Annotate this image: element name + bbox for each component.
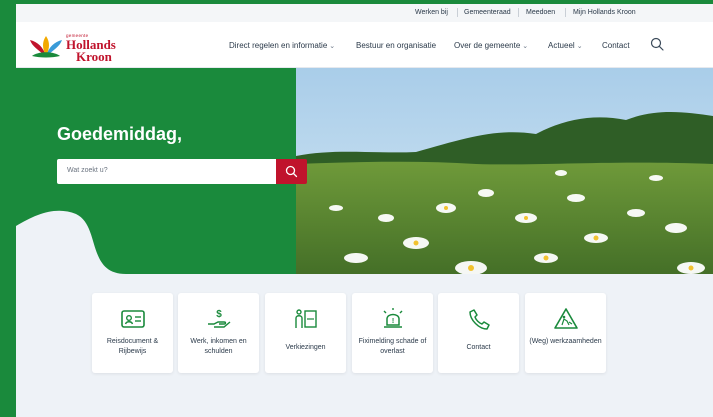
search-icon [285,165,298,178]
tile-label: Fiximelding schade of overlast [358,338,427,355]
svg-text:!: ! [392,318,394,325]
utility-link-mijn-hollands-kroon[interactable]: Mijn Hollands Kroon [573,9,636,16]
nav-item-over-de-gemeente[interactable]: Over de gemeente ⌄ [454,41,528,50]
money-hand-icon: $ [208,309,231,328]
nav-item-contact[interactable]: Contact [602,41,630,50]
hero-greeting: Goedemiddag, [57,124,183,144]
tile-label: Reisdocument & Rijbewijs [106,338,159,355]
hero-search-button[interactable] [276,159,307,184]
tile-werkzaamheden[interactable]: (Weg) werkzaamheden [525,293,606,373]
nav-item-label: Actueel [548,41,575,50]
utility-link-meedoen[interactable]: Meedoen [526,9,555,16]
tile-verkiezingen[interactable]: Verkiezingen [265,293,346,373]
nav-item-label: Bestuur en organisatie [356,41,437,50]
utility-divider [518,8,519,17]
utility-link-gemeenteraad[interactable]: Gemeenteraad [464,9,511,16]
tile-label: (Weg) werkzaamheden [529,338,602,345]
svg-text:$: $ [216,309,222,320]
phone-icon [469,309,490,330]
chevron-down-icon: ⌄ [576,43,583,50]
voting-icon [295,309,317,328]
crown-flower-logo-icon [30,36,62,58]
tile-reisdocument[interactable]: Reisdocument & Rijbewijs [92,293,173,373]
site-logo[interactable]: gemeente Hollands Kroon [28,30,138,64]
browser-page: Werken bij Gemeenteraad Meedoen Mijn Hol… [16,4,713,417]
utility-divider [565,8,566,17]
hero-search-input[interactable]: Wat zoekt u? [57,159,277,184]
nav-item-label: Over de gemeente [454,41,521,50]
alarm-light-icon: ! [383,308,403,328]
tile-contact[interactable]: Contact [438,293,519,373]
roadworks-icon [554,308,578,329]
id-card-icon [121,310,145,328]
utility-divider [457,8,458,17]
nav-item-label: Direct regelen en informatie [229,41,328,50]
tile-label: Verkiezingen [285,344,326,351]
tile-label: Werk, inkomen en schulden [190,338,247,355]
tile-fiximelding[interactable]: ! Fiximelding schade of overlast [352,293,433,373]
tile-werk-inkomen[interactable]: $ Werk, inkomen en schulden [178,293,259,373]
chevron-down-icon: ⌄ [329,43,336,50]
nav-item-label: Contact [602,41,630,50]
nav-item-actueel[interactable]: Actueel ⌄ [548,41,583,50]
nav-item-direct-regelen[interactable]: Direct regelen en informatie ⌄ [229,41,335,50]
utility-bar: Werken bij Gemeenteraad Meedoen Mijn Hol… [16,4,713,22]
tile-label: Contact [466,344,491,351]
logo-name-line2: Kroon [76,49,112,64]
search-placeholder: Wat zoekt u? [67,167,108,174]
search-icon[interactable] [649,36,665,52]
chevron-down-icon: ⌄ [522,43,529,50]
nav-item-bestuur[interactable]: Bestuur en organisatie [356,41,436,50]
utility-link-werken-bij[interactable]: Werken bij [415,9,448,16]
site-header: gemeente Hollands Kroon Direct regelen e… [16,22,713,68]
